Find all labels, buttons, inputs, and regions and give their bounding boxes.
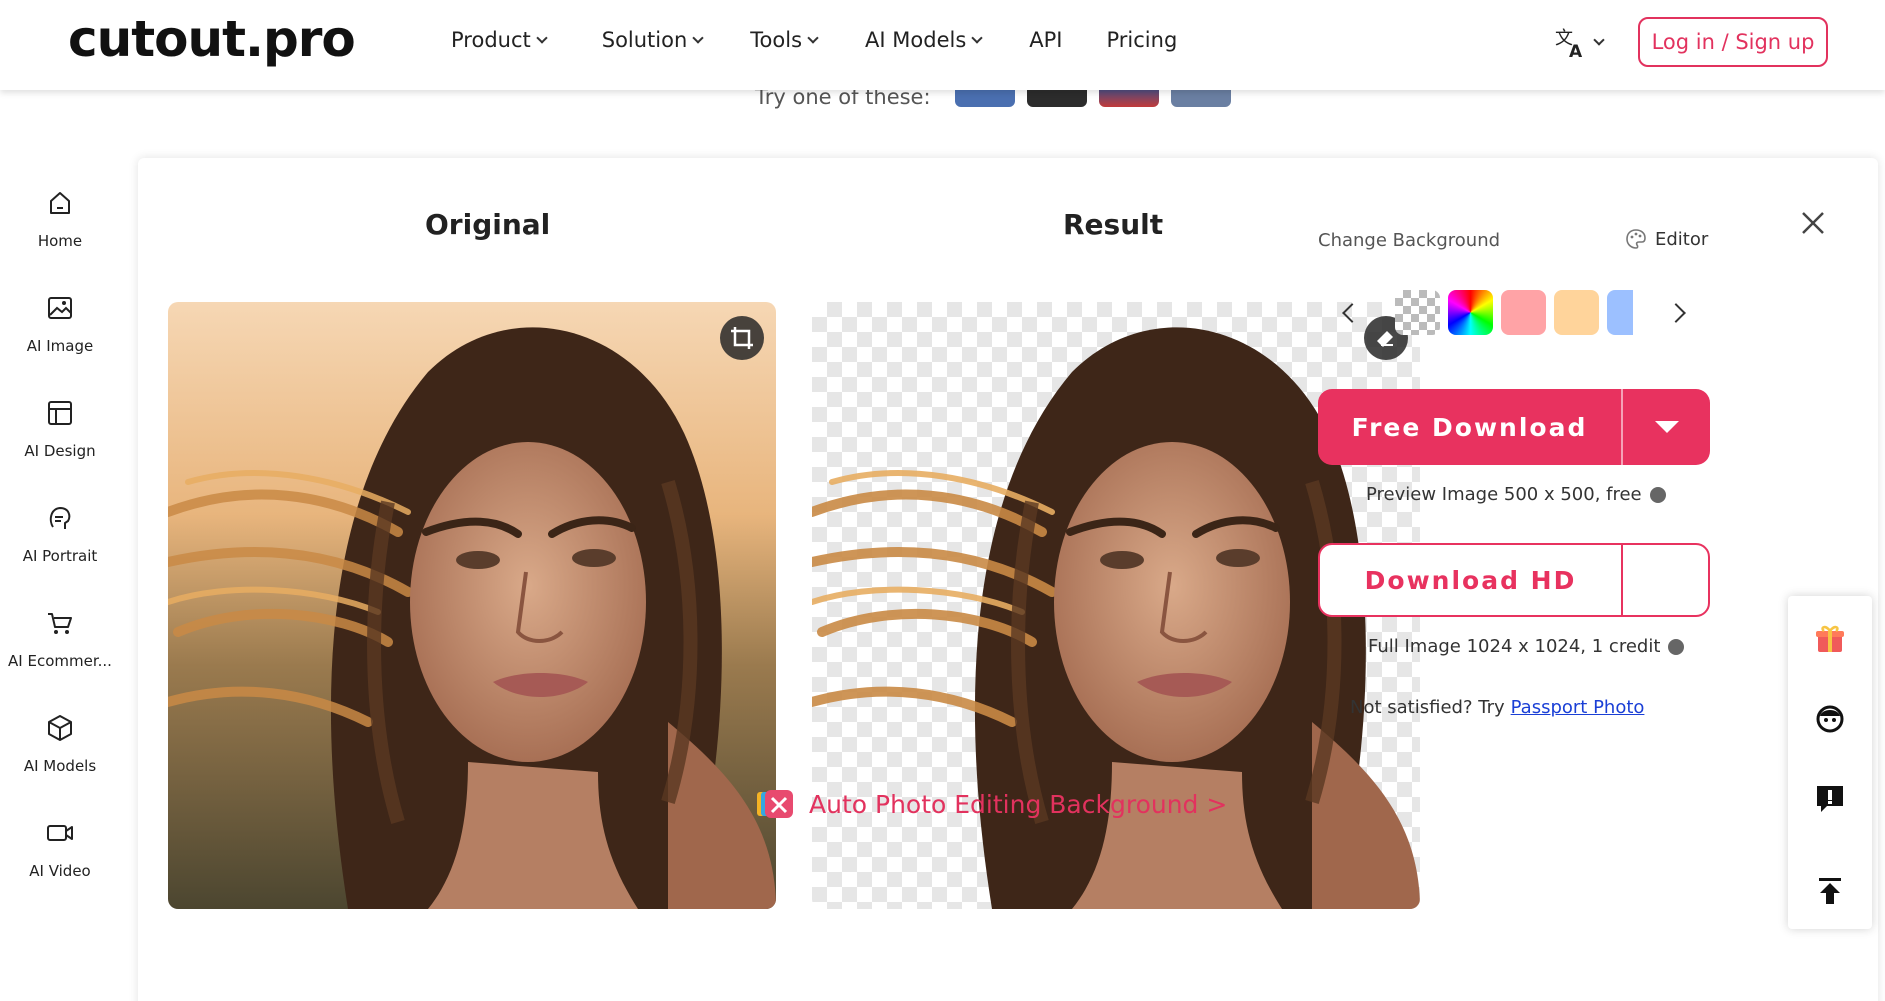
sidebar-item-ai-ecommerce[interactable]: AI Ecommer... [0, 600, 120, 705]
home-icon [50, 192, 70, 214]
chevron-down-icon [807, 31, 819, 44]
nav-tools[interactable]: Tools [750, 28, 819, 52]
sidebar-label: AI Design [24, 442, 96, 460]
nav-solution-label: Solution [601, 28, 688, 52]
editor-link[interactable]: Editor [1625, 228, 1708, 250]
passport-photo-link[interactable]: Passport Photo [1511, 697, 1645, 718]
not-satisfied-note: Not satisfied? Try Passport Photo [1350, 697, 1644, 718]
info-icon[interactable] [1668, 638, 1685, 655]
free-download-label: Free Download [1351, 412, 1588, 442]
nav-pricing[interactable]: Pricing [1107, 28, 1178, 52]
portrait-photo-original [168, 302, 776, 909]
swatch-peach[interactable] [1554, 290, 1599, 335]
swatch-pink[interactable] [1501, 290, 1546, 335]
sidebar-label: AI Models [23, 757, 97, 775]
main-nav: Product Solution Tools AI Models API Pri… [451, 28, 1177, 52]
crop-button[interactable] [720, 316, 764, 360]
portrait-icon [49, 506, 71, 529]
sidebar-label: AI Video [29, 862, 91, 880]
full-note-text: Full Image 1024 x 1024, 1 credit [1368, 636, 1661, 657]
gift-button[interactable] [1788, 622, 1872, 656]
result-title: Result [1063, 208, 1164, 241]
cube-icon [48, 715, 72, 741]
top-header: cutout.pro Product Solution Tools AI Mod… [0, 0, 1885, 90]
support-icon [1816, 705, 1844, 733]
sidebar-item-ai-design[interactable]: AI Design [0, 390, 120, 495]
swatch-blue[interactable] [1607, 290, 1633, 335]
sample-thumb-1[interactable] [954, 87, 1015, 107]
feedback-icon [1817, 786, 1843, 812]
editor-label: Editor [1655, 228, 1709, 250]
gift-icon [1816, 625, 1844, 652]
chevron-left-icon[interactable] [1342, 302, 1362, 323]
image-icon [48, 297, 72, 319]
cart-icon [48, 613, 72, 634]
sample-thumb-3[interactable] [1098, 87, 1159, 107]
nav-api-label: API [1029, 28, 1063, 52]
support-button[interactable] [1788, 702, 1872, 736]
sidebar-item-ai-portrait[interactable]: AI Portrait [0, 495, 120, 600]
layout-icon [48, 401, 72, 425]
chevron-down-icon [692, 31, 704, 44]
feedback-button[interactable] [1788, 782, 1872, 816]
chevron-down-icon [536, 31, 548, 44]
caret-down-icon [1654, 421, 1679, 433]
sidebar-item-home[interactable]: Home [0, 180, 120, 285]
logo[interactable]: cutout.pro [68, 10, 356, 68]
translate-icon: 文 A [1555, 28, 1583, 60]
swatch-rainbow[interactable] [1448, 290, 1493, 335]
sidebar-item-ai-image[interactable]: AI Image [0, 285, 120, 390]
back-to-top-button[interactable] [1788, 874, 1872, 908]
nav-api[interactable]: API [1029, 28, 1062, 52]
left-sidebar: Home AI Image AI Design AI Portrait AI E… [0, 180, 120, 915]
nav-solution[interactable]: Solution [601, 28, 704, 52]
chevron-down-icon [971, 31, 983, 44]
chevron-right-icon[interactable] [1666, 302, 1686, 323]
sidebar-label: Home [37, 232, 83, 250]
arrow-up-icon [1819, 878, 1841, 904]
nav-tools-label: Tools [750, 28, 803, 52]
full-image-note: Full Image 1024 x 1024, 1 credit [1368, 636, 1685, 657]
auto-edit-label: Auto Photo Editing Background > [809, 789, 1228, 819]
sample-thumb-4[interactable] [1170, 87, 1231, 107]
floating-toolbar [1788, 596, 1872, 929]
app-logo-icon [757, 790, 793, 818]
sample-thumb-2[interactable] [1026, 87, 1087, 107]
svg-text:A: A [1569, 42, 1583, 60]
sidebar-label: AI Portrait [22, 547, 98, 565]
original-image [168, 302, 776, 909]
nav-product-label: Product [451, 28, 531, 52]
close-icon[interactable] [1798, 208, 1828, 238]
download-hd-label: Download HD [1364, 565, 1577, 595]
video-icon [47, 825, 73, 841]
preview-note-text: Preview Image 500 x 500, free [1366, 484, 1642, 505]
download-hd-button[interactable]: Download HD [1318, 543, 1710, 617]
sidebar-item-ai-models[interactable]: AI Models [0, 705, 120, 810]
free-download-button[interactable]: Free Download [1318, 389, 1710, 465]
not-satisfied-text: Not satisfied? Try [1350, 697, 1505, 718]
nav-ai-models-label: AI Models [865, 28, 967, 52]
nav-pricing-label: Pricing [1106, 28, 1178, 52]
info-icon[interactable] [1649, 486, 1666, 503]
auto-photo-editing-link[interactable]: Auto Photo Editing Background > [755, 788, 1227, 820]
sidebar-item-ai-video[interactable]: AI Video [0, 810, 120, 915]
original-title: Original [425, 208, 551, 241]
change-background-label: Change Background [1318, 230, 1501, 251]
palette-icon [1626, 229, 1646, 249]
sidebar-label: AI Image [26, 337, 94, 355]
sidebar-label: AI Ecommer... [8, 652, 112, 670]
login-signup-button[interactable]: Log in / Sign up [1638, 17, 1828, 67]
swatch-transparent[interactable] [1395, 290, 1440, 335]
download-options-dropdown[interactable] [1623, 421, 1710, 433]
chevron-down-icon [1593, 34, 1605, 46]
crop-icon [731, 327, 753, 349]
language-selector[interactable]: 文 A [1553, 24, 1605, 60]
background-swatches [1342, 290, 1686, 335]
nav-ai-models[interactable]: AI Models [865, 28, 983, 52]
nav-product[interactable]: Product [451, 28, 548, 52]
button-divider [1621, 544, 1623, 616]
preview-note: Preview Image 500 x 500, free [1366, 484, 1666, 505]
